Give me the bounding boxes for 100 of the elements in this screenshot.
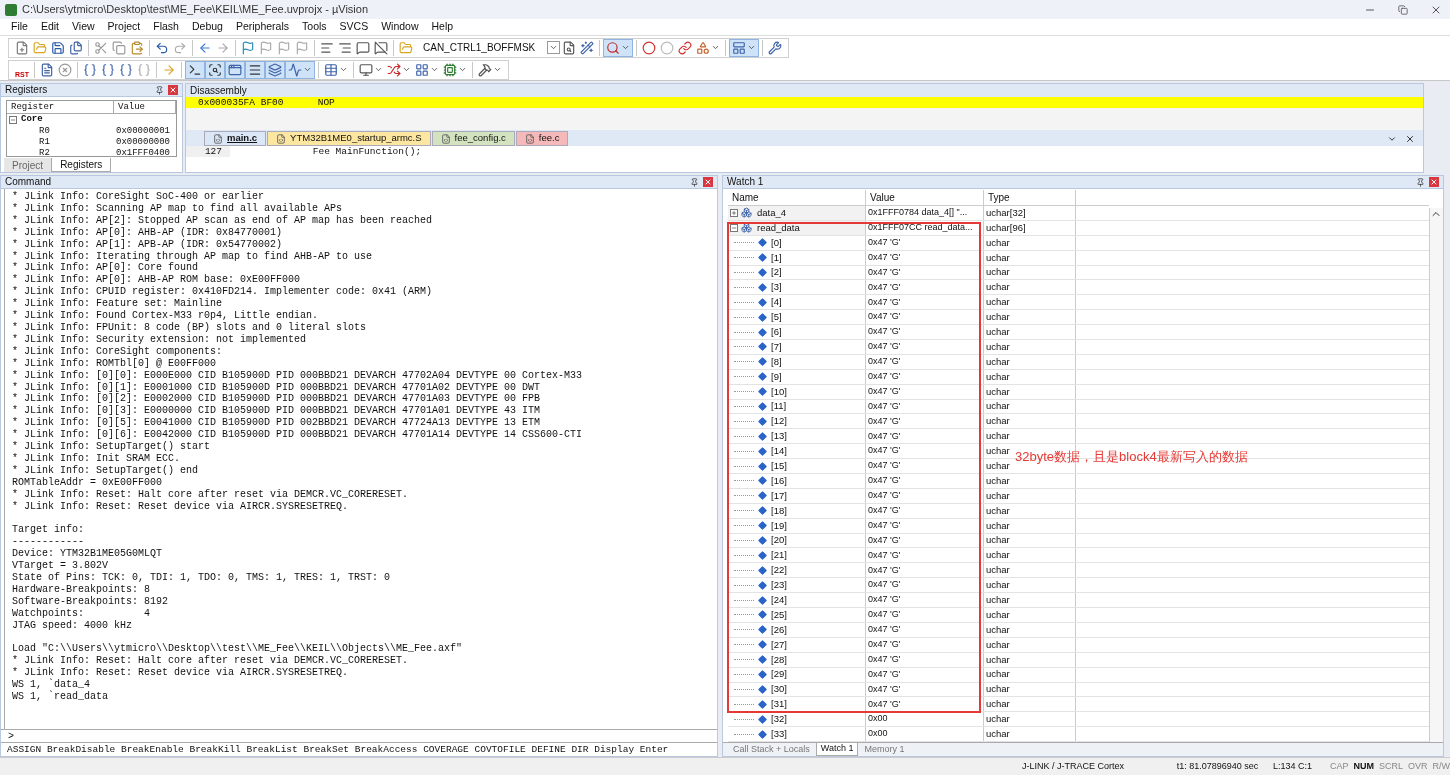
watch-value: 0x47 'G' bbox=[866, 488, 984, 503]
file-tab[interactable]: main.c bbox=[204, 131, 267, 146]
window-icon[interactable] bbox=[225, 60, 245, 79]
watch-name: read_data bbox=[757, 220, 800, 235]
watch-value: 0x47 'G' bbox=[866, 682, 984, 697]
watch-value: 0x47 'G' bbox=[866, 578, 984, 593]
output-line: JTAG speed: 4000 kHz bbox=[12, 619, 134, 632]
close-icon[interactable] bbox=[1405, 133, 1415, 144]
output-line: * JLink Info: ROMTbl[0] @ E00FF000 bbox=[12, 357, 218, 370]
window-layout-icon[interactable] bbox=[729, 38, 760, 57]
window-title: C:\Users\ytmicro\Desktop\test\ME_Fee\KEIL\ME_Fee.uvprojx - µVision bbox=[22, 2, 369, 18]
output-line: * JLink Info: Found Cortex-M33 r0p4, Little endian. bbox=[12, 310, 320, 322]
watch-value: 0x47 'G' bbox=[866, 265, 984, 280]
column-header[interactable]: Name bbox=[728, 190, 866, 205]
menu-item[interactable]: Peripherals bbox=[235, 19, 290, 35]
output-line: VTarget = 3.802V bbox=[12, 560, 109, 572]
menu-item[interactable]: Help bbox=[431, 19, 454, 35]
menu-item[interactable]: View bbox=[72, 19, 95, 35]
find-combo[interactable]: CAN_CTRL1_BOFFMSK bbox=[419, 39, 561, 56]
panel-tab[interactable]: Call Stack + Locals bbox=[729, 743, 814, 756]
output-line: * JLink Info: FPUnit: 8 code (BP) slots and 0 literal slots bbox=[12, 321, 368, 334]
pin-icon[interactable] bbox=[1416, 177, 1425, 187]
watch-value: 0x47 'G' bbox=[866, 563, 984, 578]
register-group[interactable]: Core bbox=[21, 112, 43, 127]
menu-item[interactable]: Flash bbox=[153, 19, 179, 35]
menu-item[interactable]: Debug bbox=[191, 19, 223, 35]
watch-name: [25] bbox=[771, 607, 787, 622]
watch-type: uchar bbox=[984, 474, 1076, 488]
menu-item[interactable]: Project bbox=[107, 19, 141, 35]
close-button[interactable] bbox=[703, 177, 713, 187]
watch-type: uchar bbox=[984, 622, 1076, 637]
watch-value: 0x47 'G' bbox=[866, 340, 984, 354]
watch-type: uchar bbox=[984, 399, 1076, 414]
watch-type: uchar bbox=[984, 652, 1076, 667]
menu-item[interactable]: Tools bbox=[302, 19, 327, 35]
watch-type: uchar bbox=[984, 414, 1076, 429]
watch-type: uchar bbox=[984, 265, 1076, 280]
watch-type: uchar bbox=[984, 563, 1076, 578]
layers-icon[interactable] bbox=[265, 60, 285, 79]
key-indicator: NUM bbox=[1353, 759, 1374, 773]
column-header[interactable]: Type bbox=[984, 190, 1076, 205]
watch-value: 0x47 'G' bbox=[866, 608, 984, 622]
watch-type: uchar[32] bbox=[984, 206, 1076, 220]
list-icon[interactable] bbox=[245, 60, 265, 79]
pin-icon[interactable] bbox=[155, 85, 164, 95]
register-value: 0x00000000 bbox=[116, 136, 170, 147]
watch-name: [32] bbox=[771, 712, 787, 727]
watch-name: [3] bbox=[771, 280, 782, 295]
watch-name: [31] bbox=[771, 697, 787, 712]
watch-name: [17] bbox=[771, 488, 787, 503]
key-indicator: SCRL bbox=[1379, 759, 1403, 773]
expand-toggle[interactable] bbox=[9, 115, 17, 124]
disassembly-icon[interactable] bbox=[205, 60, 225, 79]
watch-name: [29] bbox=[771, 667, 787, 682]
panel-title: Command bbox=[5, 177, 52, 187]
menu-item[interactable]: SVCS bbox=[339, 19, 369, 35]
watch-value: 0x47 'G' bbox=[866, 250, 984, 265]
menu-item[interactable]: Window bbox=[381, 19, 419, 35]
watch-icon[interactable] bbox=[285, 60, 315, 79]
terminal-icon[interactable] bbox=[185, 60, 205, 79]
panel-tab[interactable]: Watch 1 bbox=[815, 743, 859, 756]
column-header[interactable]: Value bbox=[114, 101, 176, 113]
chain-icon[interactable] bbox=[676, 38, 695, 57]
file-icon bbox=[276, 133, 287, 144]
watch-name: [22] bbox=[771, 563, 787, 578]
output-line: * JLink Info: SetupTarget() end bbox=[12, 464, 200, 477]
column-header[interactable]: Register bbox=[7, 101, 114, 113]
panel-tab[interactable]: Memory 1 bbox=[860, 743, 909, 756]
restore-icon[interactable] bbox=[1398, 4, 1408, 15]
watch-type: uchar bbox=[984, 682, 1076, 697]
watch-value: 0x47 'G' bbox=[866, 652, 984, 667]
vertical-scrollbar[interactable] bbox=[1429, 208, 1443, 742]
watch-value: 0x1FFF07CC read_data... bbox=[866, 220, 984, 235]
search-icon[interactable] bbox=[603, 38, 634, 57]
watch-name: [14] bbox=[771, 444, 787, 459]
watch-type: uchar bbox=[984, 429, 1076, 444]
column-header[interactable]: Value bbox=[866, 190, 984, 205]
file-tab[interactable]: fee.c bbox=[515, 131, 569, 146]
key-indicator: R/W bbox=[1432, 759, 1450, 773]
file-icon bbox=[524, 133, 535, 144]
watch-value: 0x47 'G' bbox=[866, 235, 984, 250]
menu-item[interactable]: File bbox=[11, 19, 28, 35]
watch-type: uchar bbox=[984, 518, 1076, 533]
panel-tab[interactable]: Project bbox=[4, 158, 52, 172]
menu-item[interactable]: Edit bbox=[40, 19, 59, 35]
close-button[interactable] bbox=[1429, 177, 1439, 187]
close-button[interactable] bbox=[168, 85, 178, 95]
watch-type: uchar bbox=[984, 548, 1076, 563]
expand-toggle[interactable] bbox=[730, 223, 738, 232]
watch-type: uchar bbox=[984, 578, 1076, 593]
file-tab[interactable]: fee_config.c bbox=[431, 131, 515, 146]
output-line: * JLink Info: Reset: Halt core after reset via DEMCR.VC_CORERESET. bbox=[12, 488, 410, 501]
file-tab[interactable]: YTM32B1ME0_startup_armc.S bbox=[267, 131, 431, 146]
watch-name: [10] bbox=[771, 384, 787, 399]
expand-toggle[interactable] bbox=[730, 208, 738, 217]
pin-icon[interactable] bbox=[690, 177, 699, 187]
output-line: Hardware-Breakpoints: 8 bbox=[12, 583, 152, 596]
panel-tab[interactable]: Registers bbox=[51, 158, 112, 172]
dropdown-caret-icon[interactable] bbox=[549, 43, 559, 52]
watch-value: 0x47 'G' bbox=[866, 310, 984, 325]
